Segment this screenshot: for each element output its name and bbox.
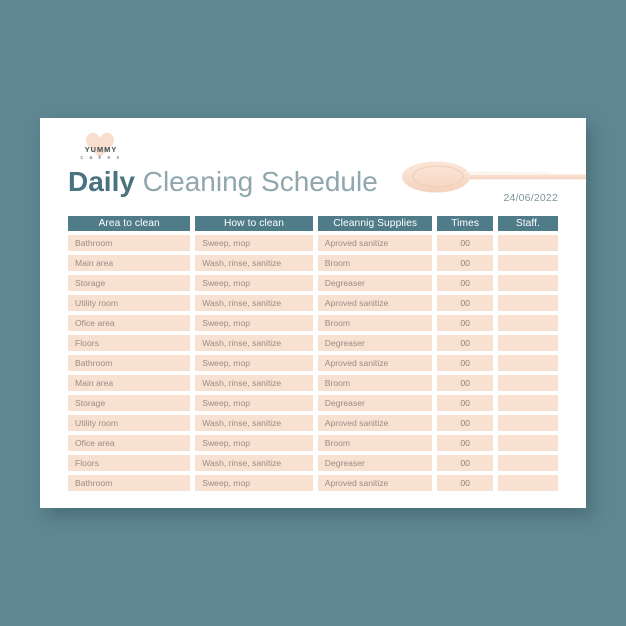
table-row: Main area Wash, rinse, sanitize Broom 00 <box>68 255 558 271</box>
cell-times[interactable]: 00 <box>437 295 493 311</box>
cell-how[interactable]: Sweep, mop <box>195 475 313 491</box>
cell-how[interactable]: Sweep, mop <box>195 395 313 411</box>
cell-supplies[interactable]: Broom <box>317 375 433 391</box>
cell-how[interactable]: Sweep, mop <box>195 435 313 451</box>
table-row: Main area Wash, rinse, sanitize Broom 00 <box>68 375 558 391</box>
cell-supplies[interactable]: Aproved sanitize <box>317 415 433 431</box>
cell-area[interactable]: Bathroom <box>68 235 191 251</box>
cell-supplies[interactable]: Broom <box>317 315 433 331</box>
schedule-date: 24/06/2022 <box>503 192 558 204</box>
cell-times[interactable]: 00 <box>437 275 493 291</box>
column-header-times: Times <box>437 216 493 231</box>
cell-how[interactable]: Sweep, mop <box>195 315 313 331</box>
cell-staff[interactable] <box>497 375 558 391</box>
cell-supplies[interactable]: Aproved sanitize <box>317 295 433 311</box>
cell-how[interactable]: Wash, rinse, sanitize <box>195 455 313 471</box>
brand-name: YUMMY <box>84 145 118 154</box>
cell-area[interactable]: Ofice area <box>68 315 191 331</box>
cell-supplies[interactable]: Broom <box>317 255 433 271</box>
cell-times[interactable]: 00 <box>437 435 493 451</box>
cell-times[interactable]: 00 <box>437 455 493 471</box>
cell-times[interactable]: 00 <box>437 355 493 371</box>
cell-staff[interactable] <box>497 255 558 271</box>
wooden-spoon-icon <box>402 161 586 193</box>
column-header-area: Area to clean <box>68 216 191 231</box>
table-row: Bathroom Sweep, mop Aproved sanitize 00 <box>68 235 558 251</box>
table-row: Ofice area Sweep, mop Broom 00 <box>68 315 558 331</box>
cell-area[interactable]: Storage <box>68 395 191 411</box>
cell-staff[interactable] <box>497 435 558 451</box>
cell-times[interactable]: 00 <box>437 255 493 271</box>
cell-area[interactable]: Bathroom <box>68 475 191 491</box>
cell-supplies[interactable]: Aproved sanitize <box>317 355 433 371</box>
title-light-part: Cleaning Schedule <box>142 166 378 197</box>
cell-supplies[interactable]: Aproved sanitize <box>317 475 433 491</box>
cell-supplies[interactable]: Degreaser <box>317 395 433 411</box>
cell-supplies[interactable]: Degreaser <box>317 455 433 471</box>
cell-area[interactable]: Main area <box>68 255 191 271</box>
table-row: Storage Sweep, mop Degreaser 00 <box>68 395 558 411</box>
cell-supplies[interactable]: Degreaser <box>317 335 433 351</box>
cell-area[interactable]: Floors <box>68 335 191 351</box>
cleaning-schedule-table: Area to clean How to clean Cleannig Supp… <box>68 216 558 495</box>
brand-tagline: c a k e s <box>80 155 122 161</box>
cell-staff[interactable] <box>497 395 558 411</box>
cell-staff[interactable] <box>497 335 558 351</box>
column-header-supplies: Cleannig Supplies <box>317 216 433 231</box>
cell-staff[interactable] <box>497 235 558 251</box>
table-row: Storage Sweep, mop Degreaser 00 <box>68 275 558 291</box>
table-row: Floors Wash, rinse, sanitize Degreaser 00 <box>68 335 558 351</box>
cell-staff[interactable] <box>497 295 558 311</box>
cell-times[interactable]: 00 <box>437 235 493 251</box>
cell-staff[interactable] <box>497 475 558 491</box>
cell-how[interactable]: Wash, rinse, sanitize <box>195 375 313 391</box>
cell-area[interactable]: Storage <box>68 275 191 291</box>
cell-area[interactable]: Main area <box>68 375 191 391</box>
table-row: Floors Wash, rinse, sanitize Degreaser 00 <box>68 455 558 471</box>
cell-times[interactable]: 00 <box>437 475 493 491</box>
cell-supplies[interactable]: Broom <box>317 435 433 451</box>
table-row: Utility room Wash, rinse, sanitize Aproved… <box>68 295 558 311</box>
cell-supplies[interactable]: Aproved sanitize <box>317 235 433 251</box>
table-row: Ofice area Sweep, mop Broom 00 <box>68 435 558 451</box>
schedule-card: YUMMY c a k e s Daily Cleaning Schedule … <box>40 118 586 508</box>
table-row: Bathroom Sweep, mop Aproved sanitize 00 <box>68 355 558 371</box>
column-header-how: How to clean <box>195 216 313 231</box>
cell-staff[interactable] <box>497 275 558 291</box>
page-title: Daily Cleaning Schedule <box>68 166 378 198</box>
cell-times[interactable]: 00 <box>437 335 493 351</box>
column-header-staff: Staff. <box>497 216 558 231</box>
cell-how[interactable]: Wash, rinse, sanitize <box>195 255 313 271</box>
cell-staff[interactable] <box>497 455 558 471</box>
cell-how[interactable]: Wash, rinse, sanitize <box>195 295 313 311</box>
cell-area[interactable]: Bathroom <box>68 355 191 371</box>
table-body: Bathroom Sweep, mop Aproved sanitize 00 Main… <box>68 235 558 491</box>
brand-logo: YUMMY c a k e s <box>71 132 131 166</box>
cell-times[interactable]: 00 <box>437 395 493 411</box>
cell-area[interactable]: Floors <box>68 455 191 471</box>
cell-how[interactable]: Sweep, mop <box>195 235 313 251</box>
table-row: Utility room Wash, rinse, sanitize Aproved… <box>68 415 558 431</box>
cell-supplies[interactable]: Degreaser <box>317 275 433 291</box>
cell-staff[interactable] <box>497 355 558 371</box>
title-bold-part: Daily <box>68 166 135 197</box>
cell-area[interactable]: Utility room <box>68 415 191 431</box>
table-header-row: Area to clean How to clean Cleannig Supp… <box>68 216 558 231</box>
cell-area[interactable]: Utility room <box>68 295 191 311</box>
cell-how[interactable]: Sweep, mop <box>195 355 313 371</box>
cell-area[interactable]: Ofice area <box>68 435 191 451</box>
cell-how[interactable]: Wash, rinse, sanitize <box>195 335 313 351</box>
cell-times[interactable]: 00 <box>437 375 493 391</box>
cell-staff[interactable] <box>497 415 558 431</box>
cell-how[interactable]: Wash, rinse, sanitize <box>195 415 313 431</box>
cell-times[interactable]: 00 <box>437 415 493 431</box>
cell-staff[interactable] <box>497 315 558 331</box>
cell-times[interactable]: 00 <box>437 315 493 331</box>
table-row: Bathroom Sweep, mop Aproved sanitize 00 <box>68 475 558 491</box>
poster-canvas: YUMMY c a k e s Daily Cleaning Schedule … <box>0 0 626 626</box>
cell-how[interactable]: Sweep, mop <box>195 275 313 291</box>
